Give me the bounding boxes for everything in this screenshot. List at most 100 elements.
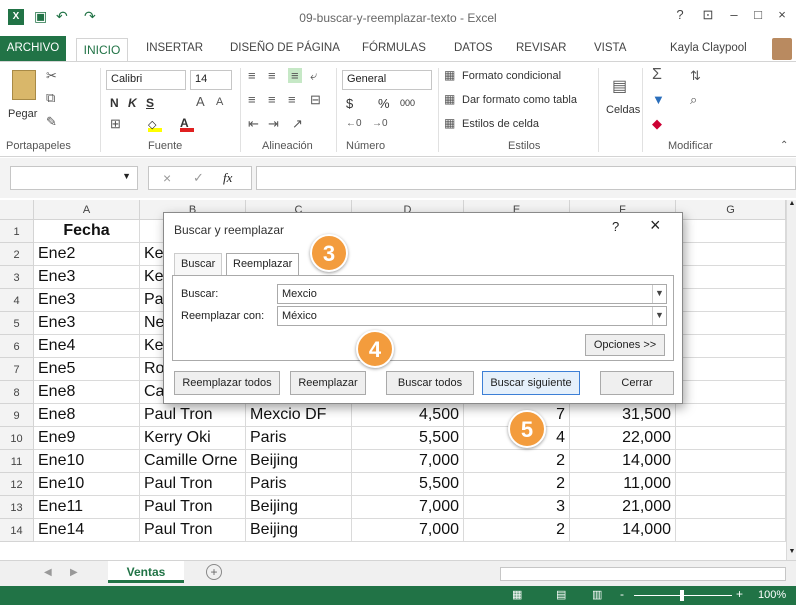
replace-dropdown-icon[interactable]: ▼ bbox=[652, 307, 666, 325]
grow-font-icon[interactable]: A bbox=[196, 94, 205, 109]
font-name-select[interactable]: Calibri bbox=[106, 70, 186, 90]
row-header[interactable]: 1 bbox=[0, 220, 34, 243]
align-right-icon[interactable]: ≡ bbox=[288, 92, 296, 107]
sheet-prev-icon[interactable]: ◀ bbox=[44, 567, 52, 578]
percent-button[interactable]: % bbox=[378, 96, 390, 111]
cell-f-11[interactable]: 14,000 bbox=[570, 450, 676, 473]
cell-c-12[interactable]: Paris bbox=[246, 473, 352, 496]
tab-revisar[interactable]: REVISAR bbox=[516, 42, 567, 54]
cell-a-14[interactable]: Ene14 bbox=[34, 519, 140, 542]
cell-a-7[interactable]: Ene5 bbox=[34, 358, 140, 381]
cell-d-10[interactable]: 5,500 bbox=[352, 427, 464, 450]
row-header[interactable]: 12 bbox=[0, 473, 34, 496]
dialog-help-button[interactable]: ? bbox=[612, 219, 619, 234]
scroll-up-icon[interactable]: ▲ bbox=[787, 200, 796, 207]
cell-f-14[interactable]: 14,000 bbox=[570, 519, 676, 542]
row-header[interactable]: 5 bbox=[0, 312, 34, 335]
cell-c-9[interactable]: Mexcio DF bbox=[246, 404, 352, 427]
formula-input[interactable] bbox=[256, 166, 796, 190]
cell-g-7[interactable] bbox=[676, 358, 786, 381]
add-sheet-icon[interactable]: + bbox=[206, 564, 222, 580]
normal-view-icon[interactable]: ▦ bbox=[512, 588, 522, 601]
cells-icon[interactable]: ▤ bbox=[612, 76, 627, 96]
zoom-level[interactable]: 100% bbox=[758, 589, 786, 601]
zoom-out-button[interactable]: - bbox=[620, 587, 624, 601]
cell-b-13[interactable]: Paul Tron bbox=[140, 496, 246, 519]
zoom-slider[interactable] bbox=[634, 590, 732, 601]
orientation-icon[interactable]: ↗ bbox=[292, 116, 303, 132]
find-all-button[interactable]: Buscar todos bbox=[386, 371, 474, 395]
zoom-in-button[interactable]: + bbox=[736, 587, 743, 601]
column-header[interactable]: A bbox=[34, 200, 140, 220]
align-bottom-icon[interactable]: ≡ bbox=[288, 68, 302, 83]
conditional-format-button[interactable]: Formato condicional bbox=[462, 70, 561, 82]
row-header[interactable]: 10 bbox=[0, 427, 34, 450]
row-header[interactable]: 9 bbox=[0, 404, 34, 427]
row-header[interactable]: 11 bbox=[0, 450, 34, 473]
cell-e-13[interactable]: 3 bbox=[464, 496, 570, 519]
fill-icon[interactable]: ▼ bbox=[652, 92, 665, 107]
cell-d-11[interactable]: 7,000 bbox=[352, 450, 464, 473]
merge-center-icon[interactable]: ⊟ bbox=[310, 92, 321, 108]
cell-c-11[interactable]: Beijing bbox=[246, 450, 352, 473]
underline-button[interactable]: S bbox=[146, 96, 154, 110]
borders-icon[interactable]: ⊞ bbox=[110, 116, 121, 132]
cell-a-6[interactable]: Ene4 bbox=[34, 335, 140, 358]
cell-f-9[interactable]: 31,500 bbox=[570, 404, 676, 427]
page-break-icon[interactable]: ▥ bbox=[592, 588, 602, 601]
tab-archivo[interactable]: ARCHIVO bbox=[0, 36, 66, 62]
cell-a-5[interactable]: Ene3 bbox=[34, 312, 140, 335]
italic-button[interactable]: K bbox=[128, 96, 137, 110]
cell-f-13[interactable]: 21,000 bbox=[570, 496, 676, 519]
options-button[interactable]: Opciones >> bbox=[585, 334, 665, 356]
align-top-icon[interactable]: ≡ bbox=[248, 68, 256, 83]
tab-inicio[interactable]: INICIO bbox=[76, 38, 128, 63]
replace-all-button[interactable]: Reemplazar todos bbox=[174, 371, 280, 395]
row-header[interactable]: 6 bbox=[0, 335, 34, 358]
cell-a-4[interactable]: Ene3 bbox=[34, 289, 140, 312]
sheet-tab-ventas[interactable]: Ventas bbox=[108, 561, 184, 583]
cell-c-10[interactable]: Paris bbox=[246, 427, 352, 450]
paste-icon[interactable] bbox=[12, 70, 36, 100]
cell-g-9[interactable] bbox=[676, 404, 786, 427]
horizontal-scrollbar[interactable] bbox=[500, 567, 786, 581]
cell-g-5[interactable] bbox=[676, 312, 786, 335]
cell-styles-button[interactable]: Estilos de celda bbox=[462, 118, 539, 130]
cell-g-3[interactable] bbox=[676, 266, 786, 289]
align-center-icon[interactable]: ≡ bbox=[268, 92, 276, 107]
font-color-icon[interactable]: A bbox=[180, 116, 194, 132]
row-header[interactable]: 2 bbox=[0, 243, 34, 266]
cell-g-10[interactable] bbox=[676, 427, 786, 450]
cell-a-9[interactable]: Ene8 bbox=[34, 404, 140, 427]
row-header[interactable]: 13 bbox=[0, 496, 34, 519]
cell-c-14[interactable]: Beijing bbox=[246, 519, 352, 542]
thousands-button[interactable]: 000 bbox=[400, 98, 415, 108]
cell-g-12[interactable] bbox=[676, 473, 786, 496]
wrap-text-icon[interactable]: ⤶ bbox=[310, 68, 317, 84]
format-table-button[interactable]: Dar formato como tabla bbox=[462, 94, 577, 106]
cell-e-14[interactable]: 2 bbox=[464, 519, 570, 542]
decrease-indent-icon[interactable]: ⇤ bbox=[248, 116, 259, 132]
cut-icon[interactable]: ✂ bbox=[46, 68, 57, 84]
close-button[interactable]: Cerrar bbox=[600, 371, 674, 395]
row-header[interactable]: 7 bbox=[0, 358, 34, 381]
paste-button[interactable]: Pegar bbox=[8, 108, 37, 120]
dialog-close-icon[interactable]: × bbox=[650, 215, 661, 236]
increase-decimal-icon[interactable]: ←0 bbox=[346, 118, 362, 129]
cell-a-13[interactable]: Ene11 bbox=[34, 496, 140, 519]
cell-d-9[interactable]: 4,500 bbox=[352, 404, 464, 427]
cell-b-12[interactable]: Paul Tron bbox=[140, 473, 246, 496]
find-select-icon[interactable]: ⌕ bbox=[690, 92, 697, 108]
cell-b-10[interactable]: Kerry Oki bbox=[140, 427, 246, 450]
bold-button[interactable]: N bbox=[110, 96, 119, 110]
close-icon[interactable]: × bbox=[770, 7, 794, 22]
insert-function-icon[interactable]: fx bbox=[223, 170, 232, 186]
cell-b-14[interactable]: Paul Tron bbox=[140, 519, 246, 542]
increase-indent-icon[interactable]: ⇥ bbox=[268, 116, 279, 132]
cell-e-12[interactable]: 2 bbox=[464, 473, 570, 496]
find-dropdown-icon[interactable]: ▼ bbox=[652, 285, 666, 303]
tab-reemplazar[interactable]: Reemplazar bbox=[226, 253, 300, 276]
replace-input[interactable]: México bbox=[277, 306, 667, 326]
user-avatar[interactable] bbox=[772, 38, 792, 60]
cell-a-2[interactable]: Ene2 bbox=[34, 243, 140, 266]
